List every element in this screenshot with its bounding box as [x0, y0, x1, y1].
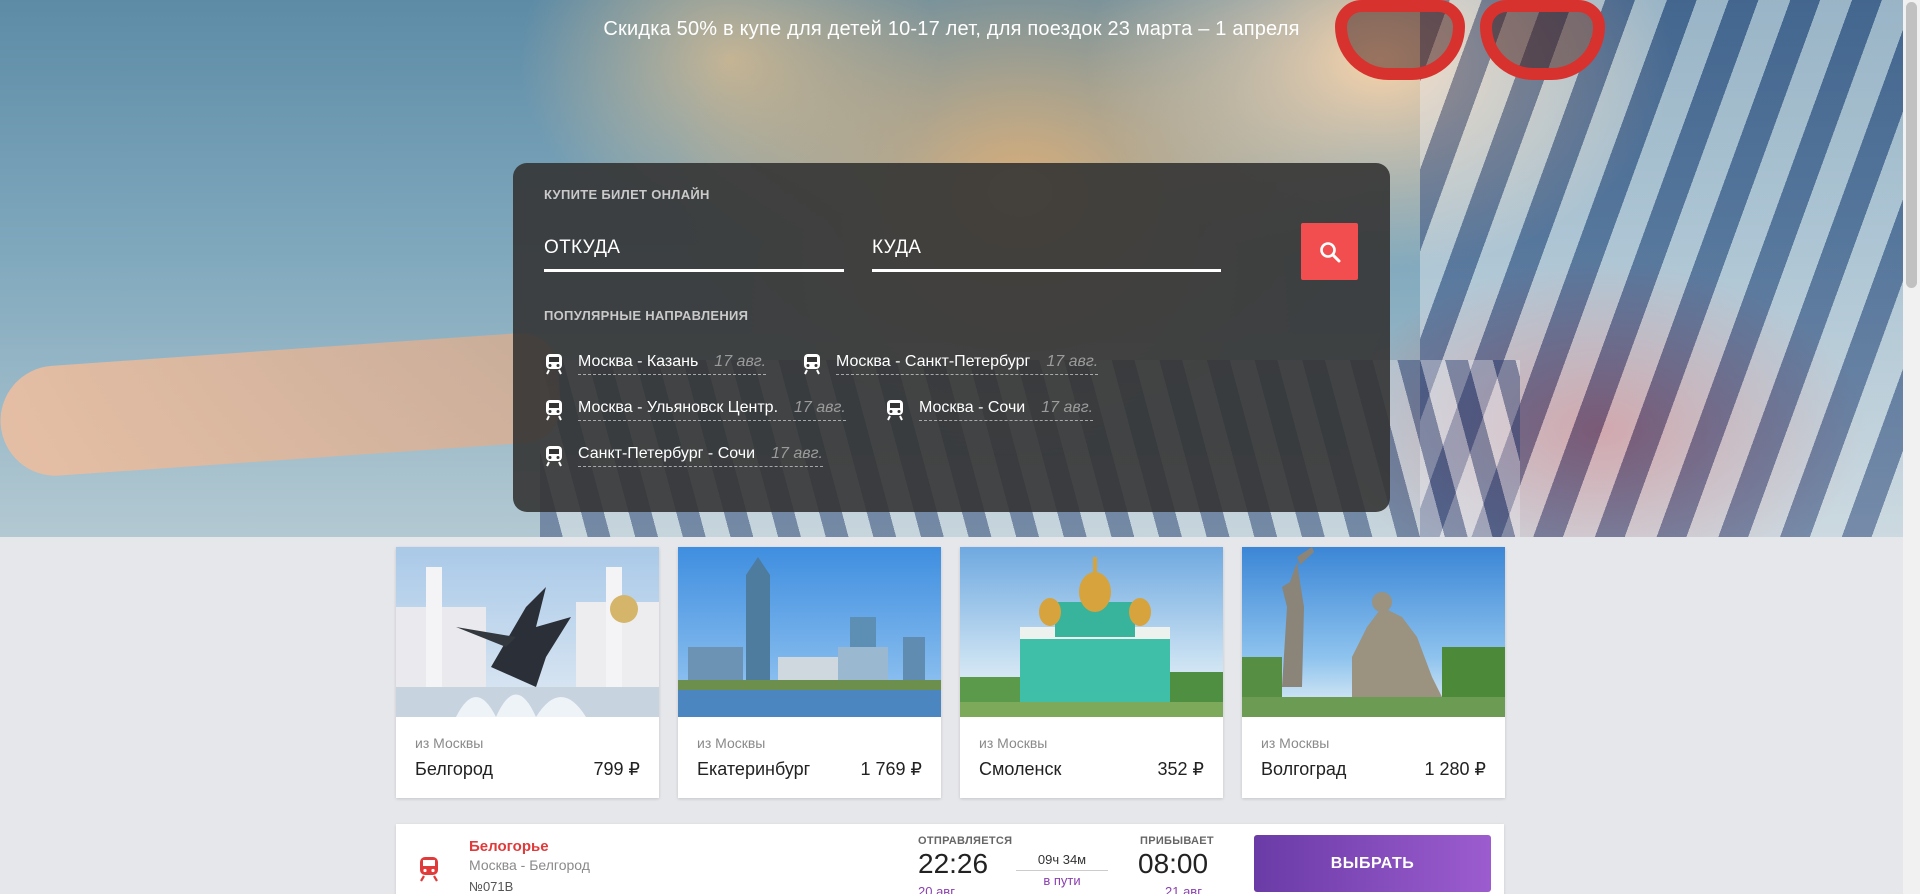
popular-route-name: Москва - Сочи [919, 399, 1026, 416]
destination-card[interactable]: из Москвы Екатеринбург 1 769 ₽ [678, 547, 941, 798]
card-city: Волгоград [1261, 759, 1347, 779]
popular-route-name: Москва - Ульяновск Центр. [578, 399, 779, 416]
departs-label: ОТПРАВЛЯЕТСЯ [918, 835, 1013, 847]
from-field[interactable]: ОТКУДА [544, 227, 844, 272]
card-from: из Москвы [1261, 735, 1330, 751]
train-icon [420, 857, 438, 882]
popular-route[interactable]: Москва - Казань 17 авг. [544, 353, 767, 375]
popular-route-name: Москва - Санкт-Петербург [836, 353, 1031, 370]
hero-photo-arm [0, 330, 564, 480]
train-name[interactable]: Белогорье [469, 838, 549, 855]
select-button[interactable]: ВЫБРАТЬ [1254, 835, 1491, 892]
train-icon [804, 354, 820, 375]
card-from: из Москвы [697, 735, 766, 751]
to-field[interactable]: КУДА [872, 227, 1221, 272]
popular-route[interactable]: Москва - Ульяновск Центр. 17 авг. [544, 399, 846, 421]
city-photo [960, 547, 1223, 717]
arrives-date: 21 авг. [1165, 884, 1204, 894]
search-button[interactable] [1301, 223, 1358, 280]
train-icon [546, 446, 562, 467]
popular-route-link[interactable]: Москва - Санкт-Петербург 17 авг. [836, 353, 1099, 375]
card-price: 1 280 ₽ [1424, 759, 1487, 779]
arrives-label: ПРИБЫВАЕТ [1140, 835, 1214, 847]
departs-time: 22:26 [918, 848, 989, 879]
promo-text[interactable]: Скидка 50% в купе для детей 10-17 лет, д… [0, 18, 1903, 41]
destination-card[interactable]: из Москвы Белгород 799 ₽ [396, 547, 659, 798]
train-icon [887, 400, 903, 421]
popular-route-name: Москва - Казань [578, 353, 699, 370]
card-city: Екатеринбург [697, 759, 811, 779]
popular-route[interactable]: Санкт-Петербург - Сочи 17 авг. [544, 445, 823, 467]
train-route: Москва - Белгород [469, 857, 590, 873]
card-from: из Москвы [979, 735, 1048, 751]
popular-route-date: 17 авг. [714, 353, 767, 370]
train-result-row: Белогорье Москва - Белгород №071В ОТПРАВ… [396, 824, 1504, 894]
destination-card[interactable]: из Москвы Волгоград 1 280 ₽ [1242, 547, 1505, 798]
search-title: КУПИТЕ БИЛЕТ ОНЛАЙН [544, 187, 710, 202]
city-photo [1242, 547, 1505, 717]
train-icon [546, 354, 562, 375]
card-price: 799 ₽ [593, 759, 641, 779]
popular-route-link[interactable]: Москва - Казань 17 авг. [578, 353, 767, 375]
card-from: из Москвы [415, 735, 484, 751]
destination-card[interactable]: из Москвы Смоленск 352 ₽ [960, 547, 1223, 798]
popular-route-link[interactable]: Москва - Сочи 17 авг. [919, 399, 1094, 421]
popular-route-name: Санкт-Петербург - Сочи [578, 445, 756, 462]
train-icon [546, 400, 562, 421]
popular-route-link[interactable]: Санкт-Петербург - Сочи 17 авг. [578, 445, 823, 467]
in-way-label: в пути [1043, 873, 1081, 888]
popular-route[interactable]: Москва - Санкт-Петербург 17 авг. [802, 353, 1099, 375]
card-price: 1 769 ₽ [860, 759, 923, 779]
city-photo [678, 547, 941, 717]
search-icon [1319, 241, 1340, 262]
search-panel: КУПИТЕ БИЛЕТ ОНЛАЙН ОТКУДА КУДА ПОПУЛЯРН… [513, 163, 1390, 512]
popular-title: ПОПУЛЯРНЫЕ НАПРАВЛЕНИЯ [544, 308, 749, 323]
departs-date: 20 авг. [918, 884, 957, 894]
page-scrollbar[interactable] [1903, 0, 1920, 894]
card-city: Белгород [415, 759, 494, 779]
travel-duration: 09ч 34м [1016, 852, 1108, 871]
destination-cards: из Москвы Белгород 799 ₽ из Москвы Екате… [396, 547, 1505, 798]
popular-route-date: 17 авг. [1041, 399, 1094, 416]
popular-route-date: 17 авг. [771, 445, 823, 462]
popular-route-link[interactable]: Москва - Ульяновск Центр. 17 авг. [578, 399, 846, 421]
popular-route[interactable]: Москва - Сочи 17 авг. [885, 399, 1094, 421]
scrollbar-thumb[interactable] [1906, 2, 1917, 288]
popular-route-date: 17 авг. [1046, 353, 1099, 370]
card-price: 352 ₽ [1157, 759, 1205, 779]
city-photo [396, 547, 659, 717]
popular-route-date: 17 авг. [794, 399, 846, 416]
hero-banner: Скидка 50% в купе для детей 10-17 лет, д… [0, 0, 1903, 537]
arrives-time: 08:00 [1138, 848, 1209, 879]
train-number: №071В [469, 879, 514, 894]
card-city: Смоленск [979, 759, 1062, 779]
